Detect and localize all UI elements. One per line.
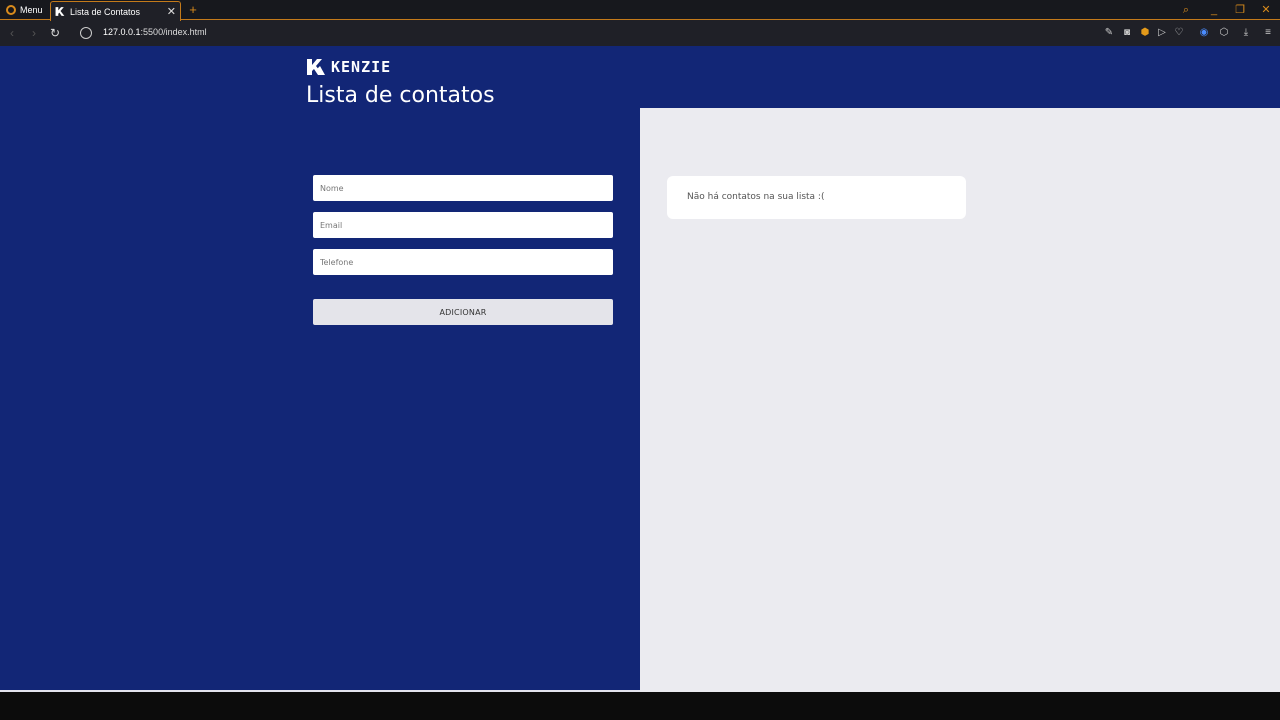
add-contact-button[interactable]: ADICIONAR xyxy=(313,299,613,325)
camera-icon[interactable]: ◙ xyxy=(1121,27,1133,39)
empty-contacts-card: Não há contatos na sua lista :( xyxy=(667,176,966,219)
close-tab-icon[interactable]: ✕ xyxy=(167,5,176,18)
close-window-icon[interactable]: ✕ xyxy=(1257,2,1275,18)
browser-menu-button[interactable]: Menu xyxy=(2,1,46,19)
reload-icon[interactable]: ↻ xyxy=(48,26,62,40)
phone-input[interactable] xyxy=(313,249,613,275)
kenzie-logo: KENZIE xyxy=(306,57,391,77)
player-icon[interactable]: ◉ xyxy=(1198,27,1210,39)
browser-chrome: Menu Lista de Contatos ✕ + ⌕ _ ❐ ✕ ‹ › ↻… xyxy=(0,0,1280,46)
download-icon[interactable]: ⤓ xyxy=(1240,27,1252,39)
restore-icon[interactable]: ❐ xyxy=(1231,2,1249,18)
menu-icon[interactable]: ≡ xyxy=(1262,27,1274,39)
kenzie-favicon-icon xyxy=(55,7,65,16)
email-input[interactable] xyxy=(313,212,613,238)
brand-name: KENZIE xyxy=(331,58,392,76)
cube-icon[interactable]: ⬡ xyxy=(1218,27,1230,39)
url-host: 127.0.0.1 xyxy=(103,27,141,37)
header-band xyxy=(0,46,1280,108)
add-contact-form: ADICIONAR xyxy=(313,175,613,325)
menu-label: Menu xyxy=(20,5,43,15)
site-info-icon[interactable] xyxy=(80,27,92,39)
back-icon[interactable]: ‹ xyxy=(5,26,19,40)
heart-icon[interactable]: ♡ xyxy=(1173,27,1185,39)
name-input[interactable] xyxy=(313,175,613,201)
forward-icon[interactable]: › xyxy=(27,26,41,40)
url-field[interactable]: 127.0.0.1:5500/index.html xyxy=(103,27,207,37)
send-icon[interactable]: ▷ xyxy=(1156,27,1168,39)
search-tabs-icon[interactable]: ⌕ xyxy=(1177,2,1195,18)
page: KENZIE Lista de contatos ADICIONAR Não h… xyxy=(0,46,1280,692)
minimize-icon[interactable]: _ xyxy=(1205,2,1223,18)
address-bar: ‹ › ↻ 127.0.0.1:5500/index.html ✎ ◙ ⬢ ▷ … xyxy=(0,21,1280,46)
empty-contacts-message: Não há contatos na sua lista :( xyxy=(687,192,825,202)
opera-logo-icon xyxy=(6,5,16,15)
edit-icon[interactable]: ✎ xyxy=(1103,27,1115,39)
bottom-bar xyxy=(0,692,1280,720)
tab-lista-de-contatos[interactable]: Lista de Contatos ✕ xyxy=(50,1,181,21)
new-tab-button[interactable]: + xyxy=(186,1,200,19)
page-title: Lista de contatos xyxy=(306,83,495,108)
tab-title: Lista de Contatos xyxy=(70,6,141,17)
tab-bar: Menu Lista de Contatos ✕ + ⌕ _ ❐ ✕ xyxy=(0,0,1280,21)
kenzie-logo-icon xyxy=(307,59,325,75)
url-path: :5500/index.html xyxy=(140,27,207,37)
shield-icon[interactable]: ⬢ xyxy=(1139,27,1151,39)
